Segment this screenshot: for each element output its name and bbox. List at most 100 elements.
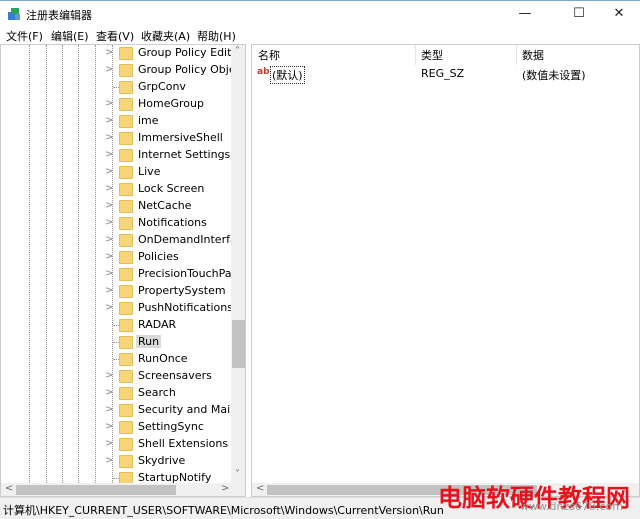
folder-icon — [119, 302, 133, 315]
expand-chevron-icon[interactable]: > — [105, 438, 113, 449]
tree-item-label: OnDemandInterface — [138, 233, 246, 246]
menu-bar: 文件(F) 编辑(E) 查看(V) 收藏夹(A) 帮助(H) — [0, 26, 640, 44]
tree-item[interactable]: GrpConv — [1, 79, 231, 96]
expand-chevron-icon[interactable]: > — [105, 166, 113, 177]
column-header-type[interactable]: 类型 — [421, 47, 443, 63]
expand-chevron-icon[interactable]: > — [105, 217, 113, 228]
tree-item-label: PushNotifications — [138, 301, 233, 314]
tree-item[interactable]: > Search — [1, 385, 231, 402]
expand-chevron-icon[interactable]: > — [105, 251, 113, 262]
tree-item-label: PropertySystem — [138, 284, 226, 297]
tree-vertical-scrollbar[interactable] — [231, 45, 245, 483]
tree-scroll-thumb[interactable] — [232, 320, 245, 368]
tree-item-label: Lock Screen — [138, 182, 205, 195]
expand-chevron-icon[interactable]: > — [105, 183, 113, 194]
value-name: (默认) — [270, 66, 305, 84]
tree-hscroll-thumb[interactable] — [16, 485, 176, 495]
expand-chevron-icon[interactable]: > — [105, 149, 113, 160]
expand-chevron-icon[interactable]: > — [105, 268, 113, 279]
tree-item[interactable]: > Live — [1, 164, 231, 181]
tree-item[interactable]: Run — [1, 334, 231, 351]
menu-edit[interactable]: 编辑(E) — [51, 28, 89, 44]
scroll-up-icon[interactable]: ˄ — [235, 46, 240, 57]
menu-file[interactable]: 文件(F) — [6, 28, 43, 44]
expand-chevron-icon[interactable]: > — [105, 285, 113, 296]
folder-icon — [119, 115, 133, 128]
tree-item[interactable]: > Notifications — [1, 215, 231, 232]
expand-chevron-icon[interactable]: > — [105, 200, 113, 211]
folder-icon — [119, 455, 133, 468]
tree-item-label: Screensavers — [138, 369, 212, 382]
close-button[interactable]: ✕ — [596, 1, 640, 27]
expand-chevron-icon[interactable]: > — [105, 387, 113, 398]
tree-item[interactable]: > Group Policy Editor — [1, 45, 243, 62]
tree-item[interactable]: > Policies — [1, 249, 231, 266]
folder-icon — [119, 353, 133, 366]
menu-favorites[interactable]: 收藏夹(A) — [141, 28, 190, 44]
expand-chevron-icon[interactable]: > — [105, 370, 113, 381]
folder-icon — [119, 183, 133, 196]
tree-item[interactable]: > Internet Settings — [1, 147, 231, 164]
folder-icon — [119, 370, 133, 383]
tree-item[interactable]: > ime — [1, 113, 231, 130]
scroll-right-icon[interactable]: > — [221, 483, 229, 494]
folder-icon — [119, 251, 133, 264]
tree-item[interactable]: RADAR — [1, 317, 231, 334]
tree-item[interactable]: > Shell Extensions — [1, 436, 231, 453]
expand-chevron-icon[interactable]: > — [105, 455, 113, 466]
folder-icon — [119, 438, 133, 451]
tree-item-label: ime — [138, 114, 159, 127]
scroll-left-icon[interactable]: < — [256, 483, 264, 494]
value-type: REG_SZ — [421, 67, 465, 80]
expand-chevron-icon[interactable]: > — [105, 421, 113, 432]
tree-item[interactable]: RunOnce — [1, 351, 231, 368]
tree-item[interactable]: > Screensavers — [1, 368, 231, 385]
expand-chevron-icon[interactable]: > — [105, 98, 113, 109]
tree-item-label: Skydrive — [138, 454, 186, 467]
tree-item[interactable]: > Group Policy Objec — [1, 62, 242, 79]
expand-chevron-icon[interactable]: > — [105, 234, 113, 245]
watermark-url: www.dnzs678.com — [520, 500, 623, 513]
tree-pane[interactable]: > Group Policy Editor > Group Policy Objec G… — [0, 44, 246, 497]
folder-icon — [119, 387, 133, 400]
tree-item[interactable]: > NetCache — [1, 198, 231, 215]
tree-item[interactable]: > PrecisionTouchPad — [1, 266, 239, 283]
tree-item[interactable]: > Security and Mainte — [1, 402, 245, 419]
tree-item-label: SettingSync — [138, 420, 204, 433]
expand-chevron-icon[interactable]: > — [105, 64, 113, 75]
tree-item[interactable]: > PropertySystem — [1, 283, 231, 300]
value-row[interactable]: ab (默认) REG_SZ (数值未设置) — [252, 65, 639, 84]
tree-item-label: ImmersiveShell — [138, 131, 223, 144]
folder-icon — [119, 336, 133, 349]
expand-chevron-icon[interactable]: > — [105, 115, 113, 126]
tree-item[interactable]: > ImmersiveShell — [1, 130, 231, 147]
tree-item-label: Run — [136, 335, 162, 348]
expand-chevron-icon[interactable]: > — [105, 302, 113, 313]
expand-chevron-icon[interactable]: > — [105, 47, 113, 58]
folder-icon — [119, 234, 133, 247]
column-header-name[interactable]: 名称 — [258, 47, 280, 63]
tree-item[interactable]: > HomeGroup — [1, 96, 231, 113]
folder-icon — [119, 81, 133, 94]
expand-chevron-icon[interactable]: > — [105, 404, 113, 415]
column-header-data[interactable]: 数据 — [522, 47, 544, 63]
scroll-left-icon[interactable]: < — [5, 483, 13, 494]
tree-item[interactable]: > PushNotifications — [1, 300, 233, 317]
menu-help[interactable]: 帮助(H) — [197, 28, 236, 44]
folder-icon — [119, 217, 133, 230]
value-data: (数值未设置) — [522, 69, 586, 82]
tree-item[interactable]: > OnDemandInterface — [1, 232, 245, 249]
folder-icon — [119, 268, 133, 281]
title-bar: 注册表编辑器 — ☐ ✕ — [0, 0, 640, 26]
scroll-down-icon[interactable]: ˅ — [235, 469, 240, 480]
tree-item[interactable]: > SettingSync — [1, 419, 231, 436]
values-pane[interactable]: 名称 类型 数据 ab (默认) REG_SZ (数值未设置) < — [251, 44, 640, 497]
minimize-button[interactable]: — — [502, 1, 548, 27]
menu-view[interactable]: 查看(V) — [96, 28, 134, 44]
tree-item[interactable]: > Skydrive — [1, 453, 231, 470]
expand-chevron-icon[interactable]: > — [105, 132, 113, 143]
tree-item-label: GrpConv — [138, 80, 186, 93]
tree-item-label: Search — [138, 386, 176, 399]
tree-item[interactable]: > Lock Screen — [1, 181, 231, 198]
tree-item-label: Group Policy Editor — [138, 46, 243, 59]
